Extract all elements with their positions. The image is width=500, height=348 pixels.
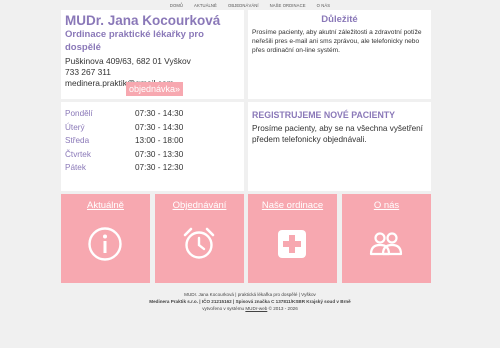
medical-cross-icon (278, 230, 306, 258)
footer: MUDr. Jana Kocourková | praktická lékařk… (0, 291, 500, 312)
tile-booking[interactable]: Objednávání (155, 194, 244, 283)
time-range: 07:30 - 14:30 (135, 122, 184, 132)
table-row: Úterý 07:30 - 14:30 (65, 121, 185, 135)
phone: 733 267 311 (65, 67, 111, 77)
footer-created-label: vytvořeno v systému (202, 306, 245, 311)
tile-our-practice[interactable]: Naše ordinace (248, 194, 337, 283)
top-navigation: Domů Aktuálně Objednávání Naše ordinace … (0, 0, 500, 10)
day-label: Středa (65, 136, 90, 145)
tile-label: Naše ordinace (261, 200, 324, 211)
tile-about[interactable]: O nás (342, 194, 431, 283)
important-card: Důležité Prosíme pacienty, aby akutní zá… (248, 10, 431, 99)
nav-item-home[interactable]: Domů (170, 3, 183, 8)
opening-hours-card: Pondělí 07:30 - 14:30 Úterý 07:30 - 14:3… (61, 102, 244, 191)
nav-item-booking[interactable]: Objednávání (228, 3, 259, 8)
nav-item-about[interactable]: O nás (317, 3, 331, 8)
table-row: Středa 13:00 - 18:00 (65, 134, 185, 148)
registration-text: Prosíme pacienty, aby se na všechna vyše… (252, 124, 423, 144)
table-row: Pondělí 07:30 - 14:30 (65, 107, 185, 121)
alarm-clock-icon (183, 227, 215, 259)
registration-card: REGISTRUJEME NOVÉ PACIENTY Prosíme pacie… (248, 102, 431, 191)
table-row: Čtvrtek 07:30 - 13:30 (65, 148, 185, 162)
day-label: Pátek (65, 163, 86, 172)
nav-item-our-practice[interactable]: Naše ordinace (270, 3, 306, 8)
footer-line-2: Medinera Praktik s.r.o. | IČO 21215162 |… (149, 299, 351, 304)
registration-heading: REGISTRUJEME NOVÉ PACIENTY (252, 110, 396, 120)
time-range: 13:00 - 18:00 (135, 136, 184, 145)
opening-hours-table: Pondělí 07:30 - 14:30 Úterý 07:30 - 14:3… (65, 107, 185, 175)
day-label: Úterý (65, 122, 85, 132)
day-label: Čtvrtek (65, 149, 91, 159)
people-icon (369, 232, 403, 256)
time-range: 07:30 - 13:30 (135, 149, 184, 159)
order-button[interactable]: objednávka» (126, 82, 184, 96)
nav-item-news[interactable]: Aktuálně (194, 3, 217, 8)
doctor-name: MUDr. Jana Kocourková (65, 13, 221, 28)
info-icon (88, 227, 122, 261)
footer-line-3: vytvořeno v systému MUDr-web © 2013 - 20… (0, 305, 500, 312)
tile-news[interactable]: Aktuálně (61, 194, 150, 283)
time-range: 07:30 - 12:30 (135, 163, 184, 172)
address: Puškinova 409/63, 682 01 Vyškov (65, 56, 191, 66)
practice-subtitle: Ordinace praktické lékařky pro dospělé (65, 29, 204, 53)
tile-label: O nás (373, 200, 400, 211)
important-heading: Důležité (321, 14, 358, 25)
contact-card: MUDr. Jana Kocourková Ordinace praktické… (61, 10, 244, 99)
footer-line-1: MUDr. Jana Kocourková | praktická lékařk… (184, 292, 316, 297)
tile-label: Objednávání (172, 200, 227, 211)
time-range: 07:30 - 14:30 (135, 109, 184, 118)
day-label: Pondělí (65, 109, 93, 118)
table-row: Pátek 07:30 - 12:30 (65, 161, 185, 175)
important-text: Prosíme pacienty, aby akutní záležitosti… (252, 29, 422, 55)
footer-copyright: © 2013 - 2026 (268, 306, 298, 311)
tile-label: Aktuálně (87, 200, 124, 211)
footer-system-link[interactable]: MUDr-web (245, 306, 267, 311)
